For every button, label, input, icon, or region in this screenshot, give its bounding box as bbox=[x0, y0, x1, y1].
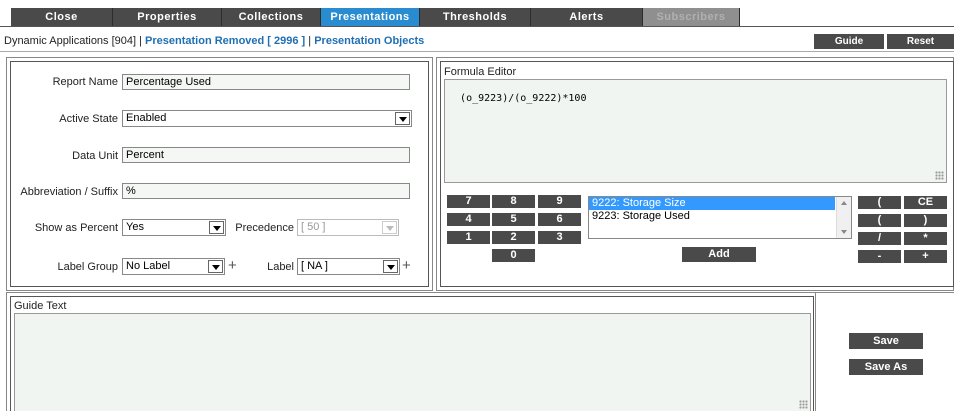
show-as-percent-select[interactable]: Yes bbox=[122, 219, 226, 236]
operator-divide[interactable]: / bbox=[858, 232, 901, 245]
label-group-value: No Label bbox=[126, 260, 171, 272]
tab-alerts[interactable]: Alerts bbox=[531, 8, 643, 26]
tab-properties[interactable]: Properties bbox=[113, 8, 222, 26]
breadcrumb: Dynamic Applications [904] | Presentatio… bbox=[4, 35, 424, 47]
formula-textarea[interactable]: (o_9223)/(o_9222)*100 bbox=[444, 79, 947, 183]
add-label-icon[interactable]: + bbox=[402, 258, 411, 273]
data-unit-label: Data Unit bbox=[72, 150, 118, 162]
chevron-down-icon bbox=[382, 221, 397, 234]
operator-open-paren-2[interactable]: ( bbox=[858, 214, 901, 227]
tab-bar: Close Properties Collections Presentatio… bbox=[0, 0, 954, 26]
report-name-label: Report Name bbox=[52, 76, 118, 88]
guide-button[interactable]: Guide bbox=[814, 34, 884, 49]
keypad-7[interactable]: 7 bbox=[447, 195, 490, 208]
chevron-down-icon bbox=[209, 221, 224, 234]
operator-open-paren[interactable]: ( bbox=[858, 196, 901, 209]
object-listbox[interactable]: 9222: Storage Size 9223: Storage Used bbox=[588, 196, 852, 239]
list-item[interactable]: 9223: Storage Used bbox=[589, 210, 835, 223]
add-label-group-icon[interactable]: + bbox=[228, 258, 237, 273]
precedence-label: Precedence bbox=[235, 222, 294, 234]
keypad-1[interactable]: 1 bbox=[447, 231, 490, 244]
show-as-percent-value: Yes bbox=[126, 221, 144, 233]
active-state-select[interactable]: Enabled bbox=[122, 110, 412, 127]
label-value: [ NA ] bbox=[301, 260, 328, 272]
formula-editor-title: Formula Editor bbox=[444, 66, 517, 78]
keypad-9[interactable]: 9 bbox=[538, 195, 581, 208]
keypad-8[interactable]: 8 bbox=[492, 195, 535, 208]
breadcrumb-dynamic-applications[interactable]: Dynamic Applications [904] | bbox=[4, 35, 145, 47]
keypad-2[interactable]: 2 bbox=[492, 231, 535, 244]
label-group-label: Label Group bbox=[57, 261, 118, 273]
breadcrumb-bar: Dynamic Applications [904] | Presentatio… bbox=[0, 30, 954, 52]
reset-button[interactable]: Reset bbox=[887, 34, 954, 49]
scroll-up-icon[interactable] bbox=[841, 201, 847, 205]
resize-grip-icon[interactable] bbox=[799, 400, 808, 409]
active-state-label: Active State bbox=[59, 113, 118, 125]
operator-plus[interactable]: + bbox=[904, 250, 947, 263]
chevron-down-icon bbox=[383, 260, 398, 273]
guide-textarea[interactable] bbox=[14, 313, 811, 411]
active-state-value: Enabled bbox=[126, 112, 167, 124]
label-group-select[interactable]: No Label bbox=[122, 258, 225, 275]
keypad-4[interactable]: 4 bbox=[447, 213, 490, 226]
listbox-scrollbar[interactable] bbox=[836, 197, 851, 238]
tab-subscribers: Subscribers bbox=[643, 8, 740, 26]
save-button[interactable]: Save bbox=[849, 333, 923, 349]
data-unit-field[interactable]: Percent bbox=[122, 147, 410, 163]
add-button[interactable]: Add bbox=[682, 247, 756, 262]
keypad-6[interactable]: 6 bbox=[538, 213, 581, 226]
abbreviation-field[interactable]: % bbox=[122, 183, 410, 199]
operator-close-paren[interactable]: ) bbox=[904, 214, 947, 227]
tab-collections[interactable]: Collections bbox=[222, 8, 321, 26]
chevron-down-icon bbox=[395, 112, 410, 125]
keypad-3[interactable]: 3 bbox=[538, 231, 581, 244]
actions-area bbox=[816, 292, 954, 411]
formula-text: (o_9223)/(o_9222)*100 bbox=[460, 93, 587, 104]
precedence-value: [ 50 ] bbox=[301, 221, 326, 233]
show-as-percent-label: Show as Percent bbox=[34, 222, 118, 234]
list-item[interactable]: 9222: Storage Size bbox=[589, 197, 835, 210]
keypad-0[interactable]: 0 bbox=[492, 249, 535, 262]
operator-multiply[interactable]: * bbox=[904, 232, 947, 245]
guide-text-title: Guide Text bbox=[14, 300, 67, 312]
tab-thresholds[interactable]: Thresholds bbox=[420, 8, 531, 26]
keypad-5[interactable]: 5 bbox=[492, 213, 535, 226]
chevron-down-icon bbox=[208, 260, 223, 273]
breadcrumb-presentation[interactable]: Presentation Removed [ 2996 ] bbox=[145, 35, 305, 47]
save-as-button[interactable]: Save As bbox=[849, 359, 923, 375]
breadcrumb-presentation-objects: Presentation Objects bbox=[314, 35, 425, 47]
tab-close[interactable]: Close bbox=[11, 8, 113, 26]
scroll-down-icon[interactable] bbox=[841, 230, 847, 234]
abbreviation-label: Abbreviation / Suffix bbox=[20, 186, 118, 198]
tab-presentations[interactable]: Presentations bbox=[321, 8, 420, 26]
operator-minus[interactable]: - bbox=[858, 250, 901, 263]
tab-bar-divider bbox=[0, 26, 954, 27]
precedence-select: [ 50 ] bbox=[297, 219, 399, 236]
breadcrumb-separator: | bbox=[305, 35, 315, 47]
report-name-field[interactable]: Percentage Used bbox=[122, 74, 410, 90]
resize-grip-icon[interactable] bbox=[935, 171, 944, 180]
label-select[interactable]: [ NA ] bbox=[297, 258, 400, 275]
operator-ce[interactable]: CE bbox=[904, 196, 947, 209]
label-label: Label bbox=[267, 261, 294, 273]
properties-panel bbox=[10, 61, 429, 287]
